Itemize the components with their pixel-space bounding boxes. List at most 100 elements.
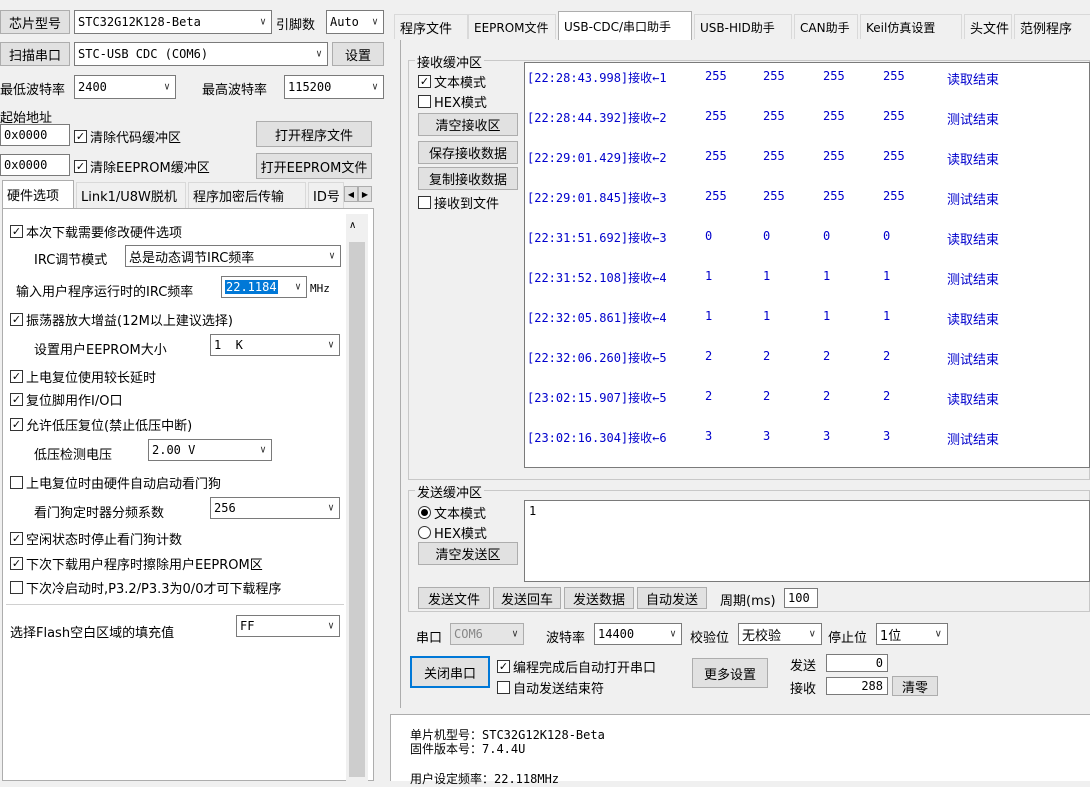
receive-log[interactable]: [22:28:43.998]接收←1 255 255 255 255 读取结束 [22:28… <box>524 62 1090 468</box>
check-icon: ✓ <box>10 370 23 383</box>
send-text-mode-radio[interactable]: 文本模式 <box>418 503 486 522</box>
receive-log-timestamp: [23:02:16.304]接收←6 <box>527 431 667 445</box>
clear-send-button[interactable]: 清空发送区 <box>418 542 518 565</box>
irc-mode-select[interactable]: 总是动态调节IRC频率 ∨ <box>125 245 341 267</box>
scan-port-button[interactable]: 扫描串口 <box>0 42 70 66</box>
receive-hex-mode-checkbox[interactable]: HEX模式 <box>418 92 487 111</box>
chevron-down-icon: ∨ <box>163 81 170 93</box>
eeprom-address-input[interactable]: 0x0000 <box>0 154 70 176</box>
more-settings-button[interactable]: 更多设置 <box>692 658 768 688</box>
tab-scroll-right-icon[interactable]: ▶ <box>358 186 372 202</box>
subtab-id[interactable]: ID号 <box>308 182 344 208</box>
auto-send-button[interactable]: 自动发送 <box>637 587 707 609</box>
auto-send-terminator-checkbox[interactable]: 自动发送结束符 <box>497 678 604 697</box>
low-voltage-select[interactable]: 2.00 V ∨ <box>148 439 272 461</box>
tab-program-file[interactable]: 程序文件 <box>394 14 468 39</box>
chip-model-button[interactable]: 芯片型号 <box>0 10 70 34</box>
tab-header-file[interactable]: 头文件 <box>964 14 1012 39</box>
max-baud-select[interactable]: 115200 ∨ <box>284 75 384 99</box>
subtab-encrypted-transfer[interactable]: 程序加密后传输 <box>188 182 306 208</box>
tab-scroll-left-icon[interactable]: ◀ <box>344 186 358 202</box>
save-receive-button[interactable]: 保存接收数据 <box>418 141 518 164</box>
check-icon: ✓ <box>10 313 23 326</box>
wdt-divider-select[interactable]: 256 ∨ <box>210 497 340 519</box>
tab-usb-hid[interactable]: USB-HID助手 <box>694 14 792 39</box>
idle-stop-wdt-checkbox[interactable]: ✓ 空闲状态时停止看门狗计数 <box>10 529 182 548</box>
min-baud-select[interactable]: 2400 ∨ <box>74 75 176 99</box>
clear-eeprom-buffer-checkbox[interactable]: ✓ 清除EEPROM缓冲区 <box>74 157 210 176</box>
pin-count-select[interactable]: Auto ∨ <box>326 10 384 34</box>
chevron-down-icon: ∨ <box>371 16 378 28</box>
check-icon: ✓ <box>10 418 23 431</box>
oscillator-gain-checkbox[interactable]: ✓ 振荡器放大增益(12M以上建议选择) <box>10 310 233 329</box>
open-eeprom-file-button[interactable]: 打开EEPROM文件 <box>256 153 372 179</box>
chevron-down-icon: ∨ <box>259 16 266 28</box>
wdt-auto-start-checkbox[interactable]: 上电复位时由硬件自动启动看门狗 <box>10 473 221 492</box>
tab-usb-cdc-serial[interactable]: USB-CDC/串口助手 <box>558 11 692 40</box>
receive-log-value: 0 <box>823 229 831 243</box>
receive-log-value: 255 <box>823 189 845 203</box>
send-hex-mode-radio[interactable]: HEX模式 <box>418 523 487 542</box>
send-enter-button[interactable]: 发送回车 <box>493 587 561 609</box>
erase-eeprom-checkbox[interactable]: ✓ 下次下载用户程序时擦除用户EEPROM区 <box>10 554 263 573</box>
options-scrollbar[interactable]: ∧ <box>346 214 368 781</box>
low-voltage-reset-checkbox[interactable]: ✓ 允许低压复位(禁止低压中断) <box>10 415 192 434</box>
flash-fill-select[interactable]: FF ∨ <box>236 615 340 637</box>
receive-log-row: [22:32:06.260]接收←5 2 2 2 2 测试结束 <box>525 349 1085 368</box>
receive-log-timestamp: [22:29:01.845]接收←3 <box>527 191 667 205</box>
tab-example-programs[interactable]: 范例程序 <box>1014 14 1090 39</box>
receive-log-value: 255 <box>883 69 905 83</box>
min-baud-label: 最低波特率 <box>0 83 66 98</box>
clear-code-buffer-checkbox[interactable]: ✓ 清除代码缓冲区 <box>74 127 181 146</box>
parity-value: 无校验 <box>742 628 782 644</box>
eeprom-size-select[interactable]: 1 K ∨ <box>210 334 340 356</box>
eeprom-size-value: 1 K <box>214 338 243 352</box>
reset-pin-io-checkbox[interactable]: ✓ 复位脚用作I/O口 <box>10 390 122 409</box>
receive-log-value: 0 <box>763 229 771 243</box>
p32-p33-checkbox[interactable]: 下次冷启动时,P3.2/P3.3为0/0才可下载程序 <box>10 578 281 597</box>
check-icon: ✓ <box>74 130 87 143</box>
serial-port-select[interactable]: COM6 ∨ <box>450 623 524 645</box>
port-select[interactable]: STC-USB CDC (COM6) ∨ <box>74 42 328 66</box>
receive-log-timestamp: [23:02:15.907]接收←5 <box>527 391 667 405</box>
receive-log-value: 255 <box>883 189 905 203</box>
subtab-link1-offline[interactable]: Link1/U8W脱机 <box>76 182 186 208</box>
receive-log-value: 1 <box>763 269 771 283</box>
send-file-button[interactable]: 发送文件 <box>418 587 490 609</box>
auto-open-port-checkbox[interactable]: ✓ 编程完成后自动打开串口 <box>497 657 656 676</box>
stop-bits-select[interactable]: 1位 ∨ <box>876 623 948 645</box>
receive-log-value: 2 <box>883 389 891 403</box>
irc-frequency-select[interactable]: 22.1184 ∨ <box>221 276 307 298</box>
chip-model-select[interactable]: STC32G12K128-Beta ∨ <box>74 10 272 34</box>
scroll-up-icon[interactable]: ∧ <box>349 220 356 231</box>
receive-to-file-checkbox[interactable]: 接收到文件 <box>418 193 499 212</box>
receive-log-message: 读取结束 <box>947 393 1000 408</box>
receive-log-row: [22:29:01.845]接收←3 255 255 255 255 测试结束 <box>525 189 1085 208</box>
check-icon: ✓ <box>74 160 87 173</box>
check-icon: ✓ <box>10 557 23 570</box>
tab-can[interactable]: CAN助手 <box>794 14 858 39</box>
radio-empty-icon <box>418 526 431 539</box>
reset-count-button[interactable]: 清零 <box>892 676 938 696</box>
receive-text-mode-checkbox[interactable]: ✓ 文本模式 <box>418 72 486 91</box>
low-voltage-reset-label: 允许低压复位(禁止低压中断) <box>26 419 193 434</box>
settings-button[interactable]: 设置 <box>332 42 384 66</box>
tab-keil-settings[interactable]: Keil仿真设置 <box>860 14 962 39</box>
subtab-hardware-options[interactable]: 硬件选项 <box>2 180 74 208</box>
send-data-button[interactable]: 发送数据 <box>564 587 634 609</box>
receive-log-row: [23:02:16.304]接收←6 3 3 3 3 测试结束 <box>525 429 1085 448</box>
copy-receive-button[interactable]: 复制接收数据 <box>418 167 518 190</box>
modify-hardware-checkbox[interactable]: ✓ 本次下载需要修改硬件选项 <box>10 222 182 241</box>
clear-receive-button[interactable]: 清空接收区 <box>418 113 518 136</box>
receive-to-file-label: 接收到文件 <box>434 197 500 212</box>
baud-rate-select[interactable]: 14400 ∨ <box>594 623 682 645</box>
scrollbar-thumb[interactable] <box>349 242 365 777</box>
parity-select[interactable]: 无校验 ∨ <box>738 623 822 645</box>
send-textarea[interactable]: 1 <box>524 500 1090 582</box>
code-address-input[interactable]: 0x0000 <box>0 124 70 146</box>
close-port-button[interactable]: 关闭串口 <box>410 656 490 688</box>
period-input[interactable]: 100 <box>784 588 818 608</box>
long-reset-delay-checkbox[interactable]: ✓ 上电复位使用较长延时 <box>10 367 156 386</box>
tab-eeprom-file[interactable]: EEPROM文件 <box>468 14 556 39</box>
open-program-file-button[interactable]: 打开程序文件 <box>256 121 372 147</box>
